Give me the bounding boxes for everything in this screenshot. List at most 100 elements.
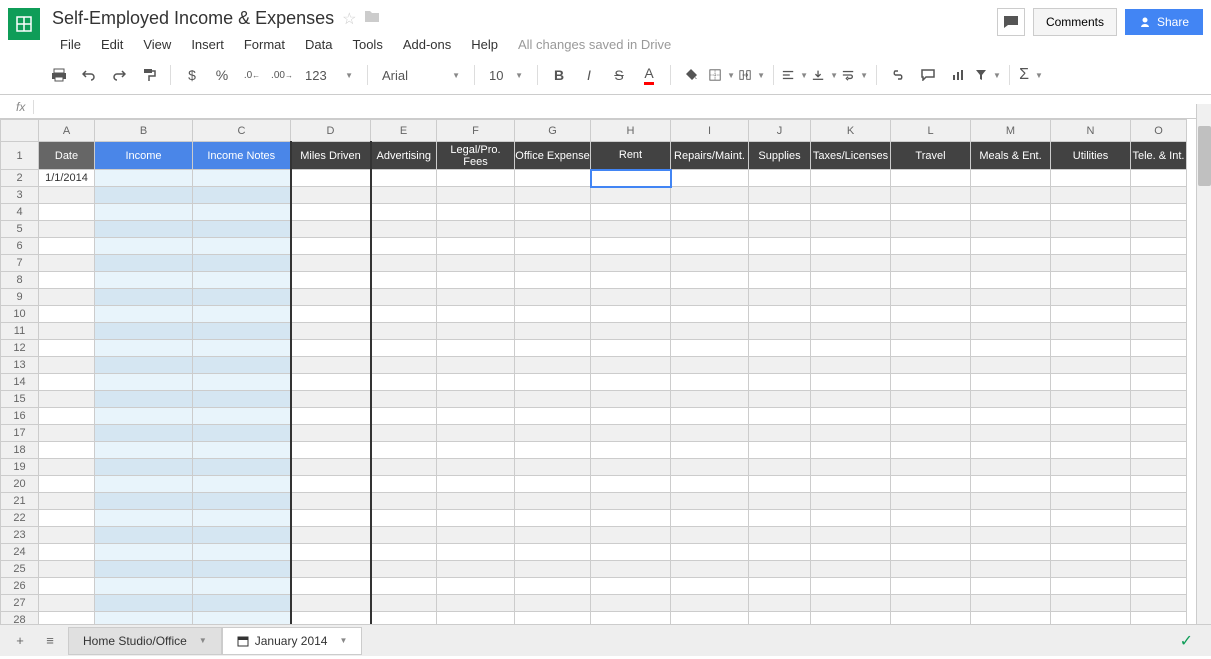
menu-format[interactable]: Format <box>236 33 293 56</box>
cell[interactable] <box>1051 340 1131 357</box>
cell[interactable] <box>671 595 749 612</box>
cell[interactable] <box>591 476 671 493</box>
cell[interactable] <box>291 408 371 425</box>
paint-format-icon[interactable] <box>136 62 162 88</box>
cell[interactable] <box>749 527 811 544</box>
cell[interactable] <box>591 272 671 289</box>
cell[interactable] <box>371 170 437 187</box>
row-header-19[interactable]: 19 <box>1 459 39 476</box>
cell[interactable] <box>671 578 749 595</box>
cell[interactable] <box>39 289 95 306</box>
cell[interactable] <box>1051 374 1131 391</box>
cell[interactable] <box>811 527 891 544</box>
cell[interactable] <box>811 221 891 238</box>
cell[interactable] <box>291 306 371 323</box>
cell[interactable]: Rent <box>591 142 671 170</box>
cell[interactable] <box>1131 527 1187 544</box>
vertical-align-icon[interactable]: ▼ <box>812 62 838 88</box>
cell[interactable] <box>749 306 811 323</box>
italic-button[interactable]: I <box>576 62 602 88</box>
cell[interactable] <box>811 204 891 221</box>
cell[interactable] <box>39 374 95 391</box>
cell[interactable] <box>971 255 1051 272</box>
doc-title[interactable]: Self-Employed Income & Expenses <box>52 8 334 29</box>
cell[interactable]: Date <box>39 142 95 170</box>
cell[interactable] <box>39 561 95 578</box>
cell[interactable] <box>95 221 193 238</box>
cell[interactable] <box>671 425 749 442</box>
row-header-15[interactable]: 15 <box>1 391 39 408</box>
cell[interactable] <box>891 170 971 187</box>
col-header-J[interactable]: J <box>749 120 811 142</box>
cell[interactable] <box>591 187 671 204</box>
cell[interactable] <box>811 306 891 323</box>
cell[interactable] <box>1051 221 1131 238</box>
cell[interactable] <box>591 442 671 459</box>
cell[interactable] <box>193 323 291 340</box>
borders-icon[interactable]: ▼ <box>709 62 735 88</box>
cell[interactable] <box>671 510 749 527</box>
print-icon[interactable] <box>46 62 72 88</box>
cell[interactable] <box>95 391 193 408</box>
col-header-L[interactable]: L <box>891 120 971 142</box>
cell[interactable] <box>39 204 95 221</box>
cell[interactable] <box>971 510 1051 527</box>
cell[interactable] <box>1131 289 1187 306</box>
cell[interactable] <box>193 238 291 255</box>
cell[interactable] <box>971 408 1051 425</box>
cell[interactable] <box>749 272 811 289</box>
cell[interactable]: Supplies <box>749 142 811 170</box>
cell[interactable] <box>1131 221 1187 238</box>
decrease-decimal[interactable]: .0← <box>239 62 265 88</box>
cell[interactable] <box>193 578 291 595</box>
cell[interactable] <box>193 408 291 425</box>
cell[interactable] <box>95 374 193 391</box>
cell[interactable] <box>437 272 515 289</box>
cell[interactable] <box>971 340 1051 357</box>
cell[interactable] <box>515 476 591 493</box>
col-header-B[interactable]: B <box>95 120 193 142</box>
cell[interactable] <box>971 578 1051 595</box>
menu-view[interactable]: View <box>135 33 179 56</box>
cell[interactable] <box>39 544 95 561</box>
cell[interactable] <box>371 476 437 493</box>
cell[interactable] <box>1051 323 1131 340</box>
col-header-O[interactable]: O <box>1131 120 1187 142</box>
cell[interactable] <box>291 357 371 374</box>
cell[interactable] <box>1051 238 1131 255</box>
col-header-M[interactable]: M <box>971 120 1051 142</box>
cell[interactable] <box>1131 493 1187 510</box>
cell[interactable] <box>1051 408 1131 425</box>
spreadsheet-grid[interactable]: ABCDEFGHIJKLMNO1DateIncomeIncome NotesMi… <box>0 119 1187 629</box>
cell[interactable]: Office Expense <box>515 142 591 170</box>
cell[interactable] <box>515 425 591 442</box>
cell[interactable] <box>437 425 515 442</box>
row-header-25[interactable]: 25 <box>1 561 39 578</box>
row-header-5[interactable]: 5 <box>1 221 39 238</box>
col-header-F[interactable]: F <box>437 120 515 142</box>
cell[interactable] <box>95 187 193 204</box>
cell[interactable] <box>371 187 437 204</box>
cell[interactable] <box>1131 170 1187 187</box>
cell[interactable] <box>749 578 811 595</box>
cell[interactable] <box>291 170 371 187</box>
cell[interactable] <box>891 476 971 493</box>
star-icon[interactable]: ☆ <box>342 9 356 29</box>
cell[interactable] <box>515 510 591 527</box>
cell[interactable] <box>971 238 1051 255</box>
cell[interactable] <box>971 204 1051 221</box>
filter-icon[interactable]: ▼ <box>975 62 1001 88</box>
cell[interactable] <box>749 238 811 255</box>
cell[interactable] <box>591 255 671 272</box>
cell[interactable] <box>437 493 515 510</box>
cell[interactable] <box>1131 391 1187 408</box>
cell[interactable] <box>515 493 591 510</box>
col-header-D[interactable]: D <box>291 120 371 142</box>
cell[interactable] <box>193 170 291 187</box>
cell[interactable] <box>749 391 811 408</box>
cell[interactable] <box>291 391 371 408</box>
cell[interactable] <box>39 493 95 510</box>
cell[interactable]: Advertising <box>371 142 437 170</box>
select-all-corner[interactable] <box>1 120 39 142</box>
row-header-13[interactable]: 13 <box>1 357 39 374</box>
